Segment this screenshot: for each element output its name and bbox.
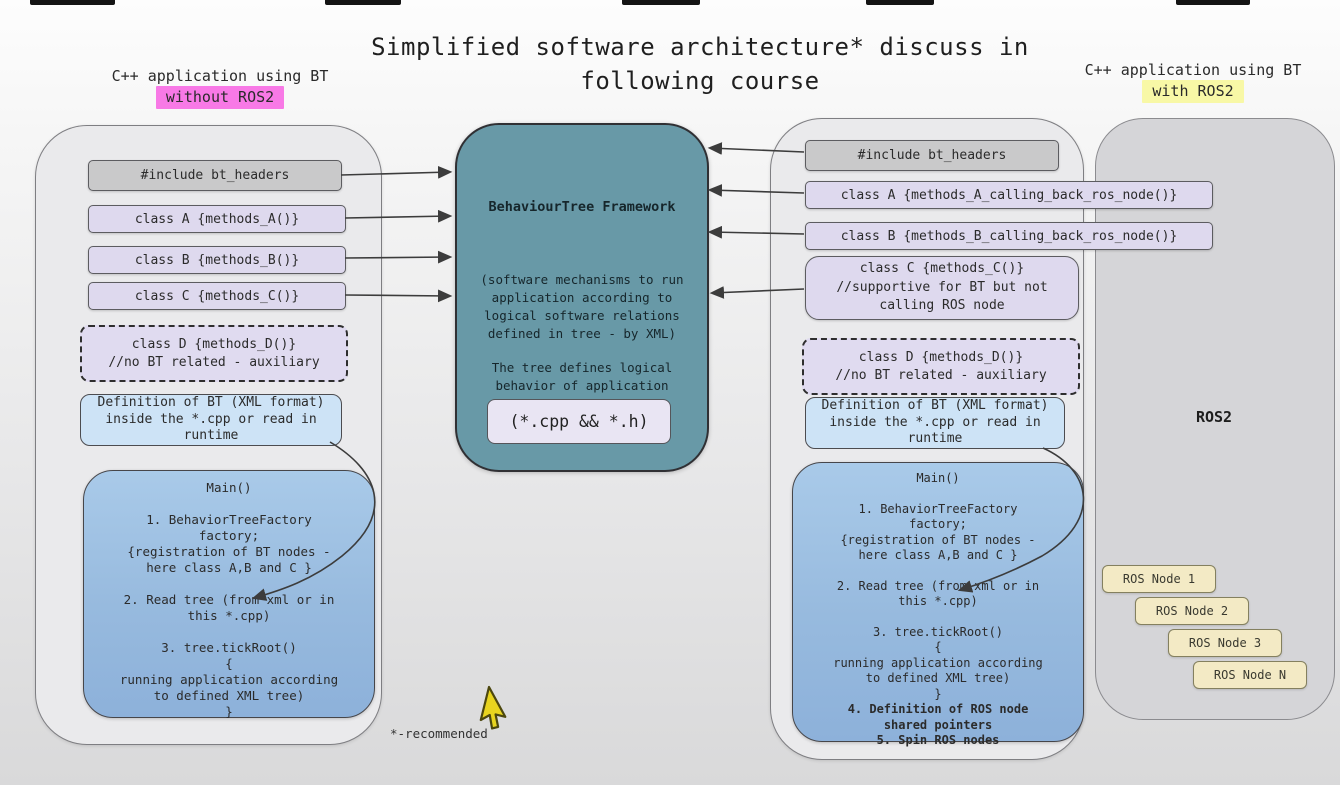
- right-class-b-box: class B {methods_B_calling_back_ros_node…: [805, 222, 1213, 250]
- left-main-code: Main() 1. BehaviorTreeFactory factory; {…: [120, 471, 338, 720]
- left-class-d-box: class D {methods_D()} //no BT related - …: [80, 325, 348, 382]
- right-main-code: Main() 1. BehaviorTreeFactory factory; {…: [833, 463, 1043, 702]
- right-header-line: C++ application using BT: [1048, 60, 1338, 80]
- right-column-header: C++ application using BT with ROS2: [1048, 60, 1338, 103]
- ros-node-1: ROS Node 1: [1102, 565, 1216, 593]
- right-bt-definition-box: Definition of BT (XML format) inside the…: [805, 397, 1065, 449]
- framework-description: (software mechanisms to run application …: [480, 271, 683, 344]
- right-include-box: #include bt_headers: [805, 140, 1059, 171]
- page-title: Simplified software architecture* discus…: [330, 30, 1070, 98]
- video-edge-segment: [622, 0, 700, 5]
- right-class-d-box: class D {methods_D()} //no BT related - …: [802, 338, 1080, 395]
- behaviourtree-framework-box: BehaviourTree Framework (software mechan…: [455, 123, 709, 472]
- ros-node-n: ROS Node N: [1193, 661, 1307, 689]
- left-header-highlight: without ROS2: [156, 86, 284, 108]
- right-header-highlight: with ROS2: [1142, 80, 1243, 102]
- left-header-line: C++ application using BT: [75, 66, 365, 86]
- left-include-box: #include bt_headers: [88, 160, 342, 191]
- right-class-c-box: class C {methods_C()} //supportive for B…: [805, 256, 1079, 320]
- ros-node-2: ROS Node 2: [1135, 597, 1249, 625]
- left-class-a-box: class A {methods_A()}: [88, 205, 346, 233]
- framework-tree-note: The tree defines logical behavior of app…: [492, 359, 673, 395]
- right-main-box: Main() 1. BehaviorTreeFactory factory; {…: [792, 462, 1084, 742]
- right-main-code-bold: 4. Definition of ROS node shared pointer…: [848, 702, 1029, 748]
- video-edge-segment: [866, 0, 934, 5]
- video-edge-segment: [1176, 0, 1250, 5]
- recommended-footnote: *-recommended: [390, 726, 488, 741]
- framework-title: BehaviourTree Framework: [489, 199, 676, 215]
- left-column-header: C++ application using BT without ROS2: [75, 66, 365, 109]
- mouse-cursor: [479, 687, 511, 731]
- left-class-b-box: class B {methods_B()}: [88, 246, 346, 274]
- left-bt-definition-box: Definition of BT (XML format) inside the…: [80, 394, 342, 446]
- framework-files-box: (*.cpp && *.h): [487, 399, 671, 444]
- video-edge-segment: [30, 0, 115, 5]
- video-edge-segment: [325, 0, 401, 5]
- ros-node-3: ROS Node 3: [1168, 629, 1282, 657]
- right-class-a-box: class A {methods_A_calling_back_ros_node…: [805, 181, 1213, 209]
- left-main-box: Main() 1. BehaviorTreeFactory factory; {…: [83, 470, 375, 718]
- ros2-title: ROS2: [1095, 408, 1333, 426]
- left-class-c-box: class C {methods_C()}: [88, 282, 346, 310]
